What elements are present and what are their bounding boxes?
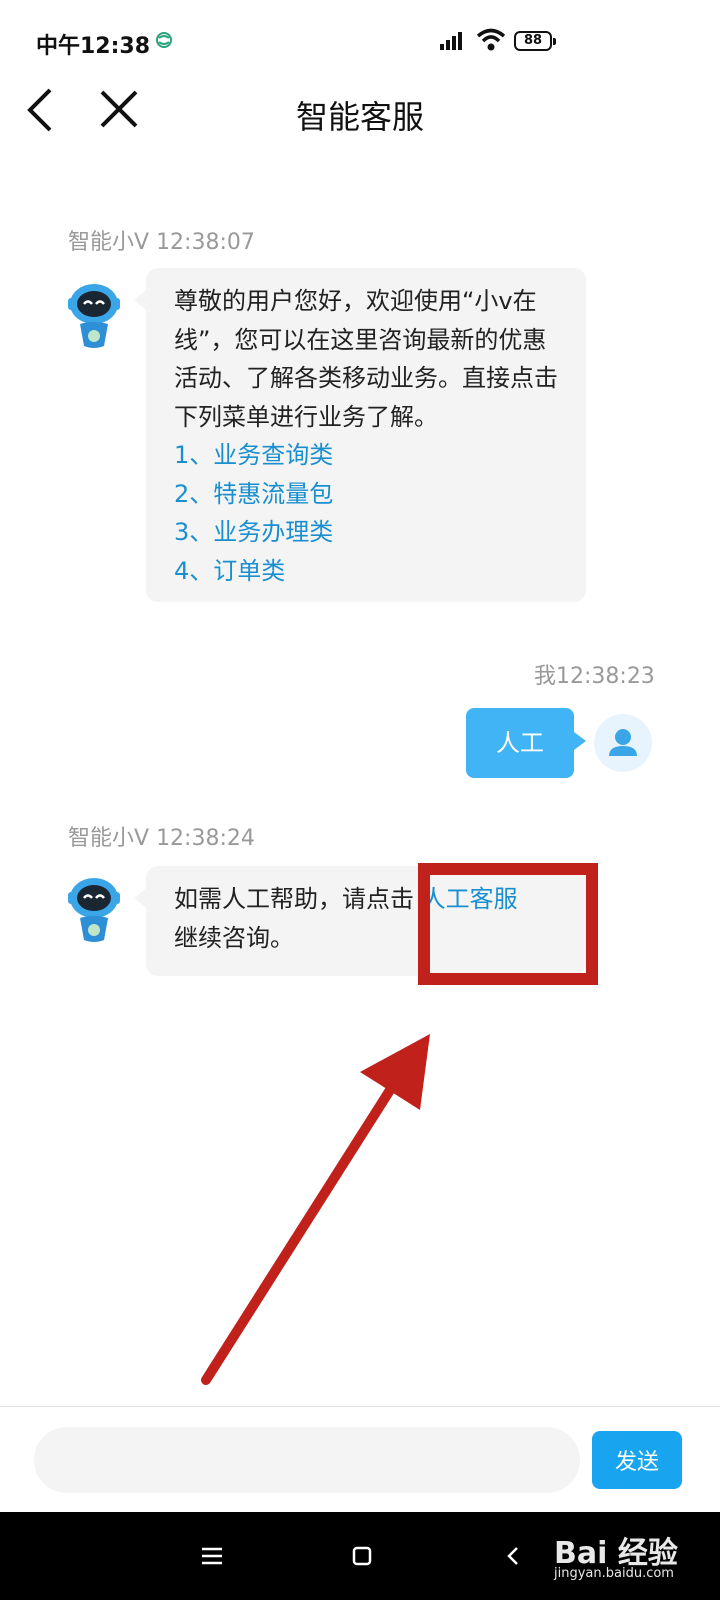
menu-item-business[interactable]: 3、业务办理类 [174,513,558,552]
message-time: 12:38:07 [156,230,255,255]
message-timestamp: 智能小V 12:38:24 [68,820,255,852]
bot-message-text: 如需人工帮助，请点击 [174,885,422,913]
signal-icon [440,32,462,50]
sender-name: 智能小V [68,230,150,255]
user-avatar [594,714,652,772]
chat-area[interactable]: 智能小V 12:38:07 尊敬的用户您好，欢迎使用“小v在线”，您可以在这里咨… [0,168,720,1406]
annotation-highlight-box [418,863,598,985]
message-time: 12:38:24 [156,826,255,851]
baidu-watermark: Bai 经验 jingyan.baidu.com [548,1526,718,1588]
battery-icon: 88 [514,31,556,51]
status-bar: 中午12:38 88 [0,0,720,84]
input-area: 发送 [0,1406,720,1512]
nav-back-icon[interactable] [500,1542,528,1570]
system-nav-bar: Bai 经验 jingyan.baidu.com [0,1512,720,1600]
bot-message-bubble: 尊敬的用户您好，欢迎使用“小v在线”，您可以在这里咨询最新的优惠活动、了解各类移… [134,268,586,602]
bot-avatar-icon [68,878,120,942]
user-message-bubble: 人工 [466,708,586,778]
menu-icon[interactable] [198,1542,226,1570]
user-avatar-icon [609,729,637,756]
status-time: 中午12:38 [36,34,151,59]
page-title: 智能客服 [295,98,424,136]
wifi-icon [476,28,506,51]
sender-name: 智能小V [68,826,150,851]
home-icon[interactable] [348,1542,376,1570]
send-button[interactable]: 发送 [592,1431,682,1489]
carrier-icon [156,32,172,48]
message-input[interactable] [34,1427,580,1493]
nav-bar: 智能客服 [0,84,720,168]
bot-message-text-continued: 继续咨询。 [174,923,294,952]
bot-message-text: 尊敬的用户您好，欢迎使用“小v在线”，您可以在这里咨询最新的优惠活动、了解各类移… [174,287,558,431]
menu-item-data-package[interactable]: 2、特惠流量包 [174,475,558,514]
user-message-timestamp: 我12:38:23 [534,664,655,689]
menu-item-orders[interactable]: 4、订单类 [174,552,558,591]
bot-avatar-icon [68,284,120,348]
message-timestamp: 智能小V 12:38:07 [68,224,255,256]
watermark-sub: jingyan.baidu.com [554,1566,674,1581]
menu-item-query[interactable]: 1、业务查询类 [174,436,558,475]
